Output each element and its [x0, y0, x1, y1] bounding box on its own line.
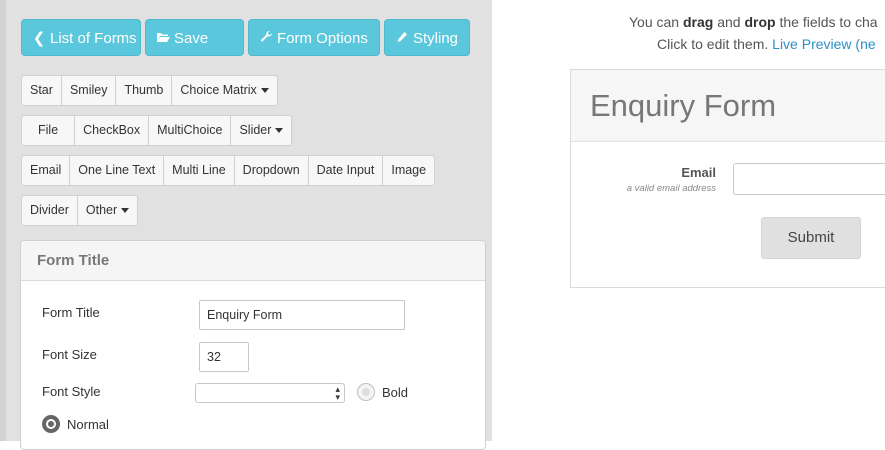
field-email-label: Email — [30, 163, 62, 177]
caret-down-icon — [275, 128, 284, 134]
submit-button[interactable]: Submit — [761, 217, 861, 259]
normal-radio[interactable] — [42, 415, 60, 433]
field-group-input: File CheckBox MultiChoice Slider — [21, 115, 293, 146]
form-title-input[interactable]: Enquiry Form — [199, 300, 405, 330]
radio-dot — [362, 388, 370, 396]
bold-label: Bold — [382, 385, 409, 400]
select-arrows-icon: ▴ ▾ — [335, 384, 340, 402]
field-divider-label: Divider — [30, 203, 69, 217]
field-multi-line-button[interactable]: Multi Line — [163, 155, 235, 186]
hint-text: You can — [629, 14, 683, 30]
list-of-forms-button[interactable]: ❮ List of Forms — [21, 19, 141, 56]
field-group-text: Email One Line Text Multi Line Dropdown … — [21, 155, 436, 186]
field-slider-dropdown[interactable]: Slider — [230, 115, 293, 146]
field-star-button[interactable]: Star — [21, 75, 62, 106]
font-style-select[interactable]: ▴ ▾ — [195, 383, 345, 403]
styling-button[interactable]: Styling — [384, 19, 470, 56]
field-one-line-text-label: One Line Text — [78, 163, 156, 177]
field-smiley-button[interactable]: Smiley — [60, 75, 117, 106]
folder-open-icon — [156, 20, 170, 57]
font-style-label: Font Style — [42, 384, 101, 399]
bold-radio[interactable] — [357, 383, 375, 401]
font-size-label: Font Size — [42, 347, 97, 362]
field-multichoice-button[interactable]: MultiChoice — [148, 115, 232, 146]
wrench-icon — [259, 20, 273, 57]
field-one-line-text-button[interactable]: One Line Text — [69, 155, 165, 186]
field-smiley-label: Smiley — [69, 83, 108, 97]
save-label: Save — [174, 30, 209, 47]
field-group-other: Divider Other — [21, 195, 139, 226]
form-title-label: Form Title — [42, 305, 100, 320]
field-thumb-button[interactable]: Thumb — [115, 75, 173, 106]
form-options-button[interactable]: Form Options — [248, 19, 380, 56]
field-image-button[interactable]: Image — [382, 155, 436, 186]
live-preview-link[interactable]: Live Preview (ne — [772, 36, 876, 52]
field-star-label: Star — [30, 83, 53, 97]
field-date-input-button[interactable]: Date Input — [307, 155, 384, 186]
field-group-rating: Star Smiley Thumb Choice Matrix — [21, 75, 278, 106]
styling-label: Styling — [413, 30, 459, 47]
field-image-label: Image — [391, 163, 427, 177]
save-button[interactable]: Save — [145, 19, 244, 56]
preview-email-label: Email — [681, 165, 716, 180]
hint-text: and — [713, 14, 745, 30]
field-file-label: File — [38, 123, 59, 137]
field-slider-label: Slider — [239, 123, 272, 137]
chevron-left-icon: ❮ — [32, 30, 46, 47]
font-size-input[interactable]: 32 — [199, 342, 249, 372]
edit-hint: Click to edit them. Live Preview (ne — [657, 36, 876, 52]
hint-drop: drop — [744, 14, 776, 30]
field-dropdown-label: Dropdown — [242, 163, 300, 177]
list-of-forms-label: List of Forms — [50, 30, 137, 47]
field-multi-line-label: Multi Line — [172, 163, 226, 177]
field-checkbox-button[interactable]: CheckBox — [74, 115, 150, 146]
panel-title: Form Title — [21, 241, 485, 281]
field-choice-matrix-label: Choice Matrix — [180, 83, 257, 97]
field-divider-button[interactable]: Divider — [21, 195, 78, 226]
form-options-label: Form Options — [277, 30, 368, 47]
drag-drop-hint: You can drag and drop the fields to cha — [629, 14, 878, 30]
field-other-dropdown[interactable]: Other — [76, 195, 139, 226]
form-builder-panel: ❮ List of Forms Save Form Options Styling… — [0, 0, 492, 450]
field-checkbox-label: CheckBox — [83, 123, 141, 137]
field-other-label: Other — [85, 203, 118, 217]
caret-down-icon — [260, 88, 269, 94]
field-dropdown-button[interactable]: Dropdown — [233, 155, 309, 186]
field-file-button[interactable]: File — [21, 115, 76, 146]
normal-label: Normal — [67, 417, 109, 432]
field-choice-matrix-dropdown[interactable]: Choice Matrix — [171, 75, 278, 106]
hint-text: the fields to cha — [775, 14, 878, 30]
field-thumb-label: Thumb — [124, 83, 164, 97]
preview-form-title: Enquiry Form — [571, 70, 885, 142]
field-date-input-label: Date Input — [316, 163, 375, 177]
field-email-button[interactable]: Email — [21, 155, 71, 186]
radio-dot — [48, 421, 54, 427]
hint-text: Click to edit them. — [657, 36, 773, 52]
preview-email-help: a valid email address — [626, 183, 716, 194]
panel-edge — [0, 0, 6, 441]
hint-drag: drag — [682, 14, 714, 30]
preview-email-input[interactable] — [733, 163, 885, 195]
pencil-icon — [395, 20, 409, 57]
field-multichoice-label: MultiChoice — [157, 123, 223, 137]
caret-down-icon — [121, 208, 130, 214]
